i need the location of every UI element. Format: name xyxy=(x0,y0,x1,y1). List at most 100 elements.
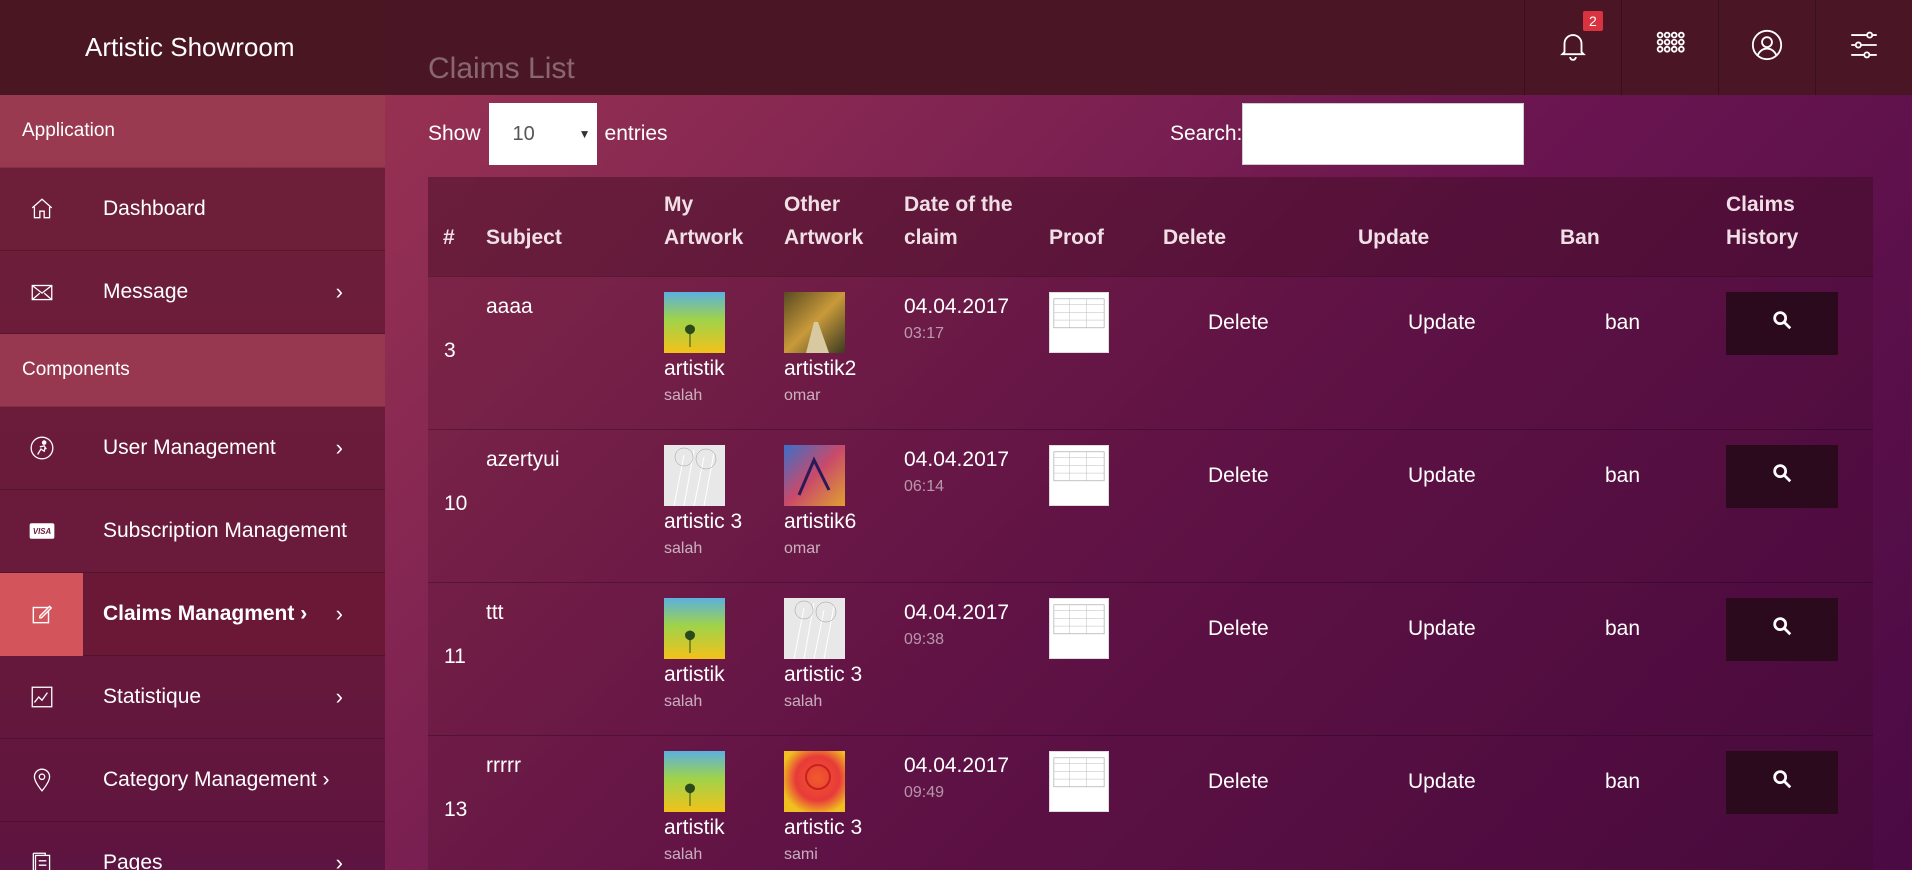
entries-label: entries xyxy=(604,122,668,145)
proof-cell xyxy=(1049,581,1163,735)
table-row: 11 ttt artistik salah artistic 3 salah 0… xyxy=(428,581,1873,735)
header-my-artwork[interactable]: My Artwork xyxy=(664,177,784,276)
header-date[interactable]: Date of the claim xyxy=(904,177,1049,276)
entries-select[interactable]: 10 ▼ xyxy=(488,103,597,165)
delete-link[interactable]: Delete xyxy=(1163,581,1358,735)
search-input[interactable] xyxy=(1242,103,1525,165)
claims-history-button[interactable] xyxy=(1726,750,1838,814)
artwork-thumbnail[interactable] xyxy=(784,444,845,506)
sidebar-item-pages[interactable]: Pages › xyxy=(0,822,385,870)
header-proof[interactable]: Proof xyxy=(1049,177,1163,276)
proof-image[interactable] xyxy=(1049,597,1109,659)
sidebar-section-application: Application xyxy=(0,95,385,168)
artwork-thumbnail[interactable] xyxy=(664,750,725,812)
ban-link[interactable]: ban xyxy=(1560,581,1726,735)
table-row: 13 rrrrr artistik salah artistic 3 sami … xyxy=(428,734,1873,870)
sidebar-item-subscription-management[interactable]: VISA Subscription Management xyxy=(0,490,385,573)
search-icon xyxy=(1771,615,1793,643)
artwork-thumbnail[interactable] xyxy=(784,597,845,659)
delete-link[interactable]: Delete xyxy=(1163,275,1358,429)
chart-icon xyxy=(0,656,83,739)
sidebar-section-components: Components xyxy=(0,334,385,407)
claim-time: 09:38 xyxy=(904,630,945,648)
ban-link[interactable]: ban xyxy=(1560,734,1726,870)
claim-time: 06:14 xyxy=(904,477,945,495)
update-link[interactable]: Update xyxy=(1358,275,1560,429)
chevron-right-icon: › xyxy=(335,601,343,626)
artwork-user: omar xyxy=(784,386,821,404)
notifications-button[interactable]: 2 xyxy=(1524,0,1621,95)
table-header-row: # Subject My Artwork Other Artwork Date … xyxy=(428,177,1873,276)
notification-badge: 2 xyxy=(1583,11,1603,31)
header-subject[interactable]: Subject xyxy=(486,177,664,276)
sidebar-item-label: Dashboard xyxy=(103,197,206,220)
sidebar-item-category-management[interactable]: Category Management › xyxy=(0,739,385,822)
my-artwork-cell: artistik salah xyxy=(664,581,784,735)
profile-button[interactable] xyxy=(1718,0,1815,95)
artwork-user: omar xyxy=(784,539,821,557)
artwork-thumbnail[interactable] xyxy=(784,291,845,353)
table-row: 3 aaaa artistik salah artistik2 omar 04.… xyxy=(428,275,1873,429)
other-artwork-cell: artistic 3 sami xyxy=(784,734,904,870)
update-link[interactable]: Update xyxy=(1358,581,1560,735)
row-num: 3 xyxy=(428,275,486,429)
date-cell: 04.04.2017 03:17 xyxy=(904,275,1049,429)
artwork-thumbnail[interactable] xyxy=(784,750,845,812)
search-icon xyxy=(1771,768,1793,796)
artwork-user: salah xyxy=(664,845,703,863)
claims-history-button[interactable] xyxy=(1726,291,1838,355)
table-row: 10 azertyui artistic 3 salah artistik6 o… xyxy=(428,428,1873,582)
claims-history-button[interactable] xyxy=(1726,444,1838,508)
settings-button[interactable] xyxy=(1815,0,1912,95)
header-ban[interactable]: Ban xyxy=(1560,177,1726,276)
artwork-user: salah xyxy=(664,539,703,557)
proof-image[interactable] xyxy=(1049,750,1109,812)
proof-image[interactable] xyxy=(1049,444,1109,506)
sidebar-item-claims-management[interactable]: Claims Managment › › xyxy=(0,572,385,656)
header-history[interactable]: Claims History xyxy=(1726,177,1873,276)
artwork-name: artistik xyxy=(664,662,725,686)
artwork-thumbnail[interactable] xyxy=(664,291,725,353)
top-center: Claims List xyxy=(385,0,1524,95)
proof-cell xyxy=(1049,734,1163,870)
header-delete[interactable]: Delete xyxy=(1163,177,1358,276)
sidebar-item-message[interactable]: Message › xyxy=(0,251,385,334)
claim-date: 04.04.2017 xyxy=(904,600,1010,624)
user-circle-icon xyxy=(1750,28,1784,67)
row-num: 13 xyxy=(428,734,486,870)
delete-link[interactable]: Delete xyxy=(1163,734,1358,870)
header-other-artwork[interactable]: Other Artwork xyxy=(784,177,904,276)
user-run-icon xyxy=(0,407,83,490)
page-title: Claims List xyxy=(428,52,575,85)
update-link[interactable]: Update xyxy=(1358,734,1560,870)
claims-history-button[interactable] xyxy=(1726,597,1838,661)
header-update[interactable]: Update xyxy=(1358,177,1560,276)
ban-link[interactable]: ban xyxy=(1560,428,1726,582)
artwork-user: sami xyxy=(784,845,818,863)
grid-icon xyxy=(1653,28,1687,67)
search-control: Search: xyxy=(1170,103,1525,165)
header-num[interactable]: # xyxy=(428,177,486,276)
brand-title[interactable]: Artistic Showroom xyxy=(0,0,385,95)
artwork-name: artistic 3 xyxy=(784,815,863,839)
chevron-right-icon: › xyxy=(335,684,343,709)
history-cell xyxy=(1726,734,1873,870)
map-pin-icon xyxy=(0,739,83,822)
artwork-thumbnail[interactable] xyxy=(664,444,725,506)
search-icon xyxy=(1771,462,1793,490)
ban-link[interactable]: ban xyxy=(1560,275,1726,429)
row-num: 11 xyxy=(428,581,486,735)
claims-table: # Subject My Artwork Other Artwork Date … xyxy=(428,177,1873,870)
delete-link[interactable]: Delete xyxy=(1163,428,1358,582)
sidebar-item-user-management[interactable]: User Management › xyxy=(0,407,385,490)
update-link[interactable]: Update xyxy=(1358,428,1560,582)
artwork-name: artistik xyxy=(664,815,725,839)
artwork-thumbnail[interactable] xyxy=(664,597,725,659)
envelope-icon xyxy=(0,251,83,334)
artwork-name: artistik6 xyxy=(784,509,857,533)
apps-button[interactable] xyxy=(1621,0,1718,95)
sidebar-item-dashboard[interactable]: Dashboard xyxy=(0,168,385,251)
other-artwork-cell: artistik6 omar xyxy=(784,428,904,582)
proof-image[interactable] xyxy=(1049,291,1109,353)
sidebar-item-statistique[interactable]: Statistique › xyxy=(0,656,385,739)
